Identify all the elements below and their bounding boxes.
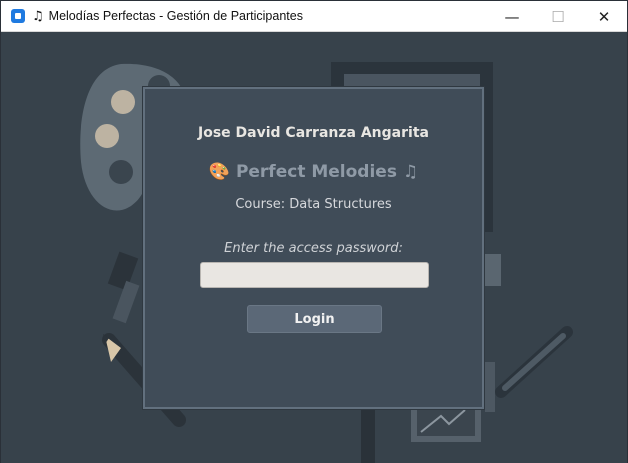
close-button[interactable]: ✕ [581, 1, 627, 32]
password-input[interactable] [200, 262, 429, 288]
maximize-button[interactable]: ☐ [535, 1, 581, 32]
password-label: Enter the access password: [224, 241, 403, 256]
app-window: ♫ Melodías Perfectas - Gestión de Partic… [0, 0, 628, 463]
login-card: Jose David Carranza Angarita 🎨 Perfect M… [143, 87, 484, 409]
window-controls: — ☐ ✕ [489, 1, 627, 32]
palette-icon: 🎨 [208, 162, 231, 182]
login-button[interactable]: Login [247, 305, 382, 333]
window-title: Melodías Perfectas - Gestión de Particip… [48, 9, 303, 23]
app-heading: 🎨 Perfect Melodies ♫ [145, 162, 482, 182]
course-label: Course: Data Structures [235, 197, 392, 212]
brush-illustration [495, 326, 573, 398]
app-icon [11, 9, 25, 23]
app-heading-label: Perfect Melodies [235, 162, 397, 182]
paint-tube-illustration [107, 251, 140, 324]
music-notes-icon: ♫ [402, 162, 419, 182]
music-note-icon: ♫ [32, 8, 44, 24]
title-bar[interactable]: ♫ Melodías Perfectas - Gestión de Partic… [1, 1, 627, 32]
main-content: Jose David Carranza Angarita 🎨 Perfect M… [1, 32, 627, 463]
student-name: Jose David Carranza Angarita [198, 125, 429, 141]
minimize-button[interactable]: — [489, 1, 535, 32]
